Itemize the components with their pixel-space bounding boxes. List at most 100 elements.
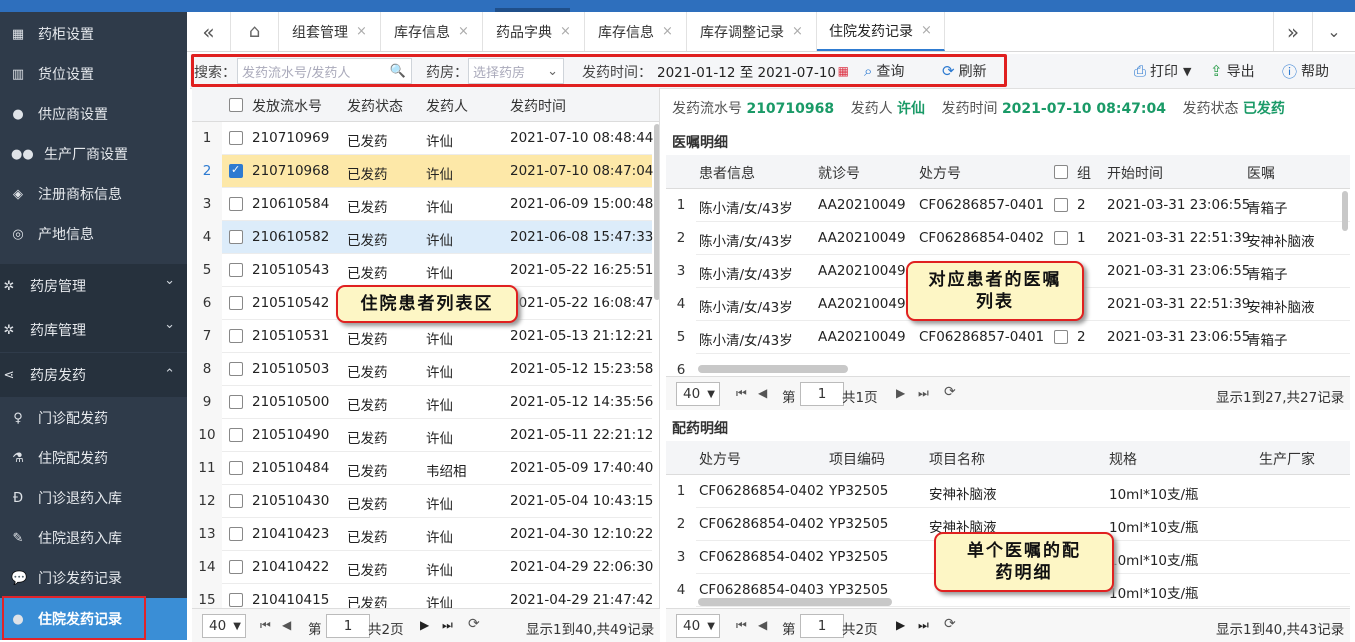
table-row[interactable]: 7 210510531 已发药 许仙 2021-05-13 21:12:21: [192, 320, 653, 353]
table-row[interactable]: 13 210410423 已发药 许仙 2021-04-30 12:10:22: [192, 518, 653, 551]
select-all-checkbox[interactable]: [1054, 165, 1068, 179]
table-row[interactable]: 1 210710969 已发药 许仙 2021-07-10 08:48:44: [192, 122, 653, 155]
tabs-menu-button[interactable]: ⌄: [1313, 12, 1355, 51]
prev-page-icon[interactable]: ◀: [282, 618, 291, 632]
sidebar-item-location[interactable]: ▥ 货位设置: [0, 54, 187, 94]
prev-page-icon[interactable]: ◀: [758, 386, 767, 400]
row-checkbox[interactable]: [229, 296, 243, 310]
table-row[interactable]: 5 陈小清/女/43岁 AA20210049 CF06286857-0401 2 2021…: [666, 321, 1350, 354]
tab-stock-info[interactable]: 库存信息 ×: [381, 12, 483, 51]
refresh-icon[interactable]: ⟳: [944, 616, 956, 632]
row-checkbox[interactable]: [229, 461, 243, 475]
sidebar-item-trademark[interactable]: ◈ 注册商标信息: [0, 174, 187, 214]
row-checkbox[interactable]: [229, 593, 243, 607]
table-row[interactable]: 1 陈小清/女/43岁 AA20210049 CF06286857-0401 2 2021…: [666, 189, 1350, 222]
tabs-scroll-left-button[interactable]: «: [187, 12, 231, 51]
sidebar-item-outpatient-dispense[interactable]: ♀ 门诊配发药: [0, 398, 187, 438]
tab-drug-dict[interactable]: 药品字典 ×: [483, 12, 585, 51]
tab-combo-manage[interactable]: 组套管理 ×: [279, 12, 381, 51]
export-button[interactable]: ⇪ 导出: [1210, 58, 1255, 84]
next-page-icon[interactable]: ▶: [896, 618, 905, 632]
table-row[interactable]: 14 210410422 已发药 许仙 2021-04-29 22:06:30: [192, 551, 653, 584]
tab-stock-info-2[interactable]: 库存信息 ×: [585, 12, 687, 51]
chevron-down-icon: ⌄: [164, 273, 175, 288]
close-icon[interactable]: ×: [921, 23, 932, 38]
table-row[interactable]: 1 CF06286854-0402 YP32505 安神补脑液 10ml*10支/瓶: [666, 475, 1350, 508]
sidebar-item-origin[interactable]: ◎ 产地信息: [0, 214, 187, 254]
select-all-checkbox[interactable]: [229, 98, 243, 112]
close-icon[interactable]: ×: [356, 24, 367, 39]
table-row[interactable]: 8 210510503 已发药 许仙 2021-05-12 15:23:58: [192, 353, 653, 386]
page-size-select[interactable]: 40 ▼: [676, 614, 720, 638]
row-number: 11: [192, 452, 222, 485]
vertical-scrollbar[interactable]: [654, 124, 659, 300]
next-page-icon[interactable]: ▶: [420, 618, 429, 632]
print-button[interactable]: ⎙ 打印 ▼: [1134, 58, 1191, 84]
row-checkbox[interactable]: [229, 263, 243, 277]
close-icon[interactable]: ×: [792, 24, 803, 39]
table-row[interactable]: 12 210510430 已发药 许仙 2021-05-04 10:43:15: [192, 485, 653, 518]
help-button[interactable]: ⓘ 帮助: [1282, 58, 1329, 84]
sidebar-item-supplier[interactable]: ● 供应商设置: [0, 94, 187, 134]
next-page-icon[interactable]: ▶: [896, 386, 905, 400]
sidebar-item-inpatient-return[interactable]: ✎ 住院退药入库: [0, 518, 187, 558]
row-number: 4: [192, 221, 222, 254]
row-checkbox[interactable]: [229, 362, 243, 376]
sidebar-group-warehouse[interactable]: ✲ 药库管理 ⌄: [0, 308, 187, 352]
sidebar-item-cabinet[interactable]: ▦ 药柜设置: [0, 14, 187, 54]
page-size-select[interactable]: 40 ▼: [676, 382, 720, 406]
tab-stock-adjust[interactable]: 库存调整记录 ×: [687, 12, 817, 51]
close-icon[interactable]: ×: [560, 24, 571, 39]
close-icon[interactable]: ×: [662, 24, 673, 39]
row-checkbox[interactable]: [1054, 198, 1068, 212]
close-icon[interactable]: ×: [458, 24, 469, 39]
row-checkbox[interactable]: [229, 395, 243, 409]
row-checkbox[interactable]: [229, 494, 243, 508]
first-page-icon[interactable]: ⏮: [260, 618, 271, 633]
row-checkbox[interactable]: [229, 197, 243, 211]
first-page-icon[interactable]: ⏮: [736, 618, 747, 633]
row-checkbox[interactable]: [1054, 330, 1068, 344]
last-page-icon[interactable]: ⏭: [918, 386, 929, 401]
table-row[interactable]: 10 210510490 已发药 许仙 2021-05-11 22:21:12: [192, 419, 653, 452]
sidebar-item-inpatient-dispense[interactable]: ⚗ 住院配发药: [0, 438, 187, 478]
tabs-scroll-right-button[interactable]: »: [1273, 12, 1313, 51]
sidebar-group-dispense[interactable]: ⋖ 药房发药 ⌃: [0, 353, 187, 397]
page-number-input[interactable]: 1: [800, 614, 844, 638]
row-checkbox[interactable]: [229, 230, 243, 244]
row-checkbox[interactable]: [229, 329, 243, 343]
last-page-icon[interactable]: ⏭: [442, 618, 453, 633]
sidebar-group-pharmacy[interactable]: ✲ 药房管理 ⌄: [0, 264, 187, 308]
table-row[interactable]: 5 210510543 已发药 许仙 2021-05-22 16:25:51: [192, 254, 653, 287]
sidebar-item-manufacturer[interactable]: ●● 生产厂商设置: [0, 134, 187, 174]
row-checkbox[interactable]: [229, 527, 243, 541]
row-checkbox[interactable]: [1054, 231, 1068, 245]
table-row[interactable]: 2210710968已发药许仙2021-07-10 08:47:04: [192, 155, 653, 188]
table-row[interactable]: 3 210610584 已发药 许仙 2021-06-09 15:00:48: [192, 188, 653, 221]
prev-page-icon[interactable]: ◀: [758, 618, 767, 632]
sidebar-item-outpatient-record[interactable]: 💬 门诊发药记录: [0, 558, 187, 598]
last-page-icon[interactable]: ⏭: [918, 618, 929, 633]
page-number-input[interactable]: 1: [800, 382, 844, 406]
row-checkbox[interactable]: [229, 163, 243, 178]
table-row[interactable]: 15 210410415 已发药 许仙 2021-04-29 21:47:42: [192, 584, 653, 608]
row-checkbox[interactable]: [229, 131, 243, 145]
home-tab[interactable]: ⌂: [231, 12, 279, 51]
orders-pager: 40 ▼ ⏮ ◀ 第 1 共1页 ▶ ⏭ ⟳ 显示1到27,共27记录: [666, 376, 1350, 410]
page-number-input[interactable]: 1: [326, 614, 370, 638]
vertical-scrollbar[interactable]: [1342, 191, 1348, 231]
horizontal-scrollbar[interactable]: [698, 365, 848, 373]
page-size-select[interactable]: 40 ▼: [202, 614, 246, 638]
table-row[interactable]: 2 陈小清/女/43岁 AA20210049 CF06286854-0402 1 2021…: [666, 222, 1350, 255]
row-checkbox[interactable]: [229, 560, 243, 574]
refresh-icon[interactable]: ⟳: [944, 384, 956, 400]
sidebar-item-outpatient-return[interactable]: Ð 门诊退药入库: [0, 478, 187, 518]
tab-inpatient-record[interactable]: 住院发药记录 ×: [817, 12, 945, 51]
table-row[interactable]: 9 210510500 已发药 许仙 2021-05-12 14:35:56: [192, 386, 653, 419]
horizontal-scrollbar[interactable]: [698, 598, 892, 606]
table-row[interactable]: 11 210510484 已发药 韦绍相 2021-05-09 17:40:40: [192, 452, 653, 485]
refresh-icon[interactable]: ⟳: [468, 616, 480, 632]
first-page-icon[interactable]: ⏮: [736, 386, 747, 401]
row-checkbox[interactable]: [229, 428, 243, 442]
table-row[interactable]: 4 210610582 已发药 许仙 2021-06-08 15:47:33: [192, 221, 653, 254]
